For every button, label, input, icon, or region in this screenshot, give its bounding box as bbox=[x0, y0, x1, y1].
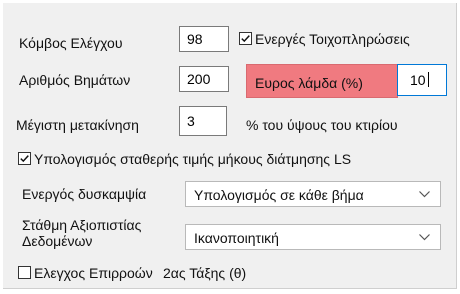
data-reliability-select[interactable]: Ικανοποιητική bbox=[185, 224, 441, 250]
active-infills-checkbox[interactable] bbox=[239, 32, 252, 45]
checkmark-icon bbox=[241, 35, 250, 43]
checkmark-icon bbox=[20, 155, 29, 163]
active-stiffness-label: Ενεργός δυσκαμψία bbox=[22, 186, 147, 202]
second-order-label-suffix: 2ας Τάξης (θ) bbox=[163, 265, 247, 281]
data-reliability-label-line2: Δεδομένων bbox=[22, 233, 93, 249]
analysis-settings-panel: Κόμβος Ελέγχου Ενεργές Τοιχοπληρώσεις Αρ… bbox=[3, 3, 457, 289]
text-caret bbox=[428, 72, 429, 87]
active-infills-label: Ενεργές Τοιχοπληρώσεις bbox=[255, 31, 410, 47]
max-displacement-unit: % του ύψους του κτιρίου bbox=[246, 117, 398, 133]
chevron-down-icon bbox=[419, 234, 430, 241]
second-order-label: Ελεγχος Επιρροών bbox=[34, 265, 153, 281]
active-stiffness-value: Υπολογισμός σε κάθε βήμα bbox=[194, 187, 364, 203]
control-node-input[interactable] bbox=[179, 26, 229, 52]
constant-ls-checkbox[interactable] bbox=[18, 152, 31, 165]
steps-input[interactable] bbox=[179, 66, 229, 92]
max-displacement-input[interactable] bbox=[179, 106, 227, 136]
constant-ls-label: Υπολογισμός σταθερής τιμής μήκους διάτμη… bbox=[34, 151, 352, 167]
lambda-range-label: Ευρος λάμδα (%) bbox=[255, 75, 363, 91]
second-order-checkbox[interactable] bbox=[18, 266, 31, 279]
data-reliability-value: Ικανοποιητική bbox=[194, 230, 279, 246]
max-displacement-label: Μέγιστη μετακίνηση bbox=[16, 117, 139, 133]
lambda-range-input[interactable] bbox=[397, 64, 447, 96]
control-node-label: Κόμβος Ελέγχου bbox=[19, 35, 123, 51]
steps-label: Αριθμός Βημάτων bbox=[19, 72, 131, 88]
chevron-down-icon bbox=[419, 191, 430, 198]
active-stiffness-select[interactable]: Υπολογισμός σε κάθε βήμα bbox=[185, 181, 441, 207]
